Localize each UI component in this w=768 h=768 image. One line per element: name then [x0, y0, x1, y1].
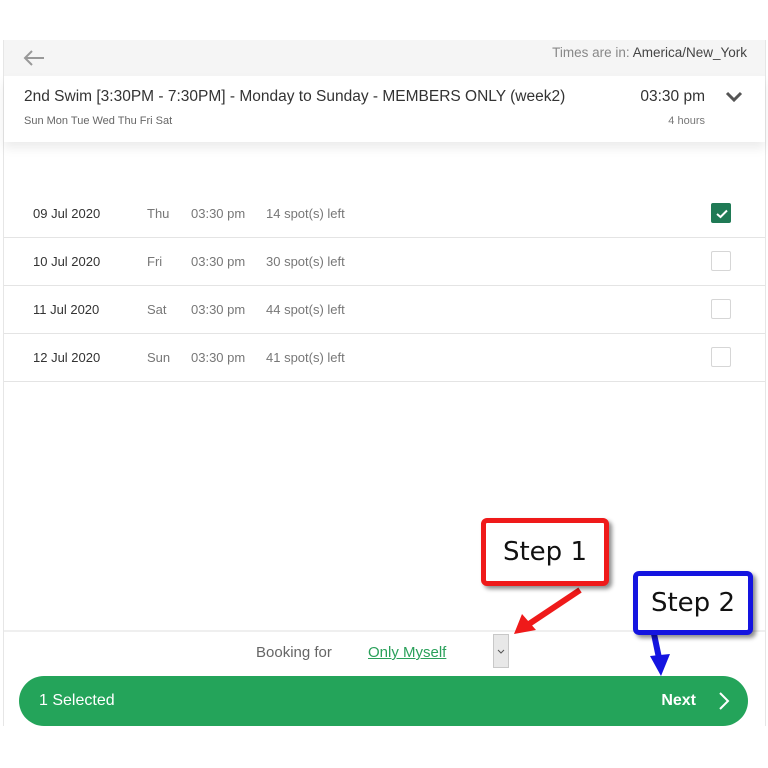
slot-day: Fri	[147, 254, 163, 269]
slot-date: 10 Jul 2020	[33, 254, 101, 269]
slot-row[interactable]: 10 Jul 2020 Fri 03:30 pm 30 spot(s) left	[4, 238, 765, 286]
booking-for-link[interactable]: Only Myself	[368, 644, 446, 661]
selected-count: 1 Selected	[39, 692, 115, 709]
top-bar: Times are in: America/New_York	[4, 40, 765, 76]
session-days: Sun Mon Tue Wed Thu Fri Sat	[24, 115, 173, 127]
slot-list: 09 Jul 2020 Thu 03:30 pm 14 spot(s) left…	[4, 190, 765, 382]
slot-checkbox[interactable]	[711, 299, 731, 319]
slot-spots: 14 spot(s) left	[266, 206, 345, 221]
slot-time: 03:30 pm	[191, 206, 246, 221]
slot-time: 03:30 pm	[191, 302, 246, 317]
booking-for-dropdown[interactable]	[493, 634, 509, 668]
session-header[interactable]: 2nd Swim [3:30PM - 7:30PM] - Monday to S…	[4, 76, 765, 142]
booking-footer: Booking for Only Myself 1 Selected Next	[4, 630, 765, 728]
next-button[interactable]: 1 Selected Next	[19, 676, 748, 726]
slot-time: 03:30 pm	[191, 350, 246, 365]
slot-day: Thu	[147, 206, 170, 221]
chevron-right-icon	[719, 692, 730, 710]
slot-day: Sat	[147, 302, 167, 317]
chevron-down-icon[interactable]	[725, 90, 743, 104]
session-title: 2nd Swim [3:30PM - 7:30PM] - Monday to S…	[24, 88, 566, 105]
slot-checkbox[interactable]	[711, 251, 731, 271]
chevron-down-icon	[497, 649, 505, 654]
timezone-label: Times are in:	[552, 45, 630, 60]
slot-time: 03:30 pm	[191, 254, 246, 269]
slot-day: Sun	[147, 350, 171, 365]
step2-callout: Step 2	[633, 571, 753, 635]
session-duration: 4 hours	[668, 115, 705, 127]
back-arrow-icon[interactable]	[22, 48, 46, 68]
slot-checkbox[interactable]	[711, 347, 731, 367]
slot-row[interactable]: 09 Jul 2020 Thu 03:30 pm 14 spot(s) left	[4, 190, 765, 238]
slot-spots: 44 spot(s) left	[266, 302, 345, 317]
timezone-value: America/New_York	[632, 45, 747, 60]
step1-callout: Step 1	[481, 518, 609, 586]
slot-row[interactable]: 12 Jul 2020 Sun 03:30 pm 41 spot(s) left	[4, 334, 765, 382]
slot-spots: 41 spot(s) left	[266, 350, 345, 365]
slot-spots: 30 spot(s) left	[266, 254, 345, 269]
slot-date: 11 Jul 2020	[33, 302, 100, 317]
slot-date: 09 Jul 2020	[33, 206, 101, 221]
next-label: Next	[661, 692, 696, 709]
session-time: 03:30 pm	[640, 88, 705, 105]
slot-row[interactable]: 11 Jul 2020 Sat 03:30 pm 44 spot(s) left	[4, 286, 765, 334]
timezone-info: Times are in: America/New_York	[552, 45, 747, 60]
slot-checkbox[interactable]	[711, 203, 731, 223]
booking-for-label: Booking for	[256, 644, 332, 661]
check-icon	[716, 209, 728, 219]
slot-date: 12 Jul 2020	[33, 350, 101, 365]
